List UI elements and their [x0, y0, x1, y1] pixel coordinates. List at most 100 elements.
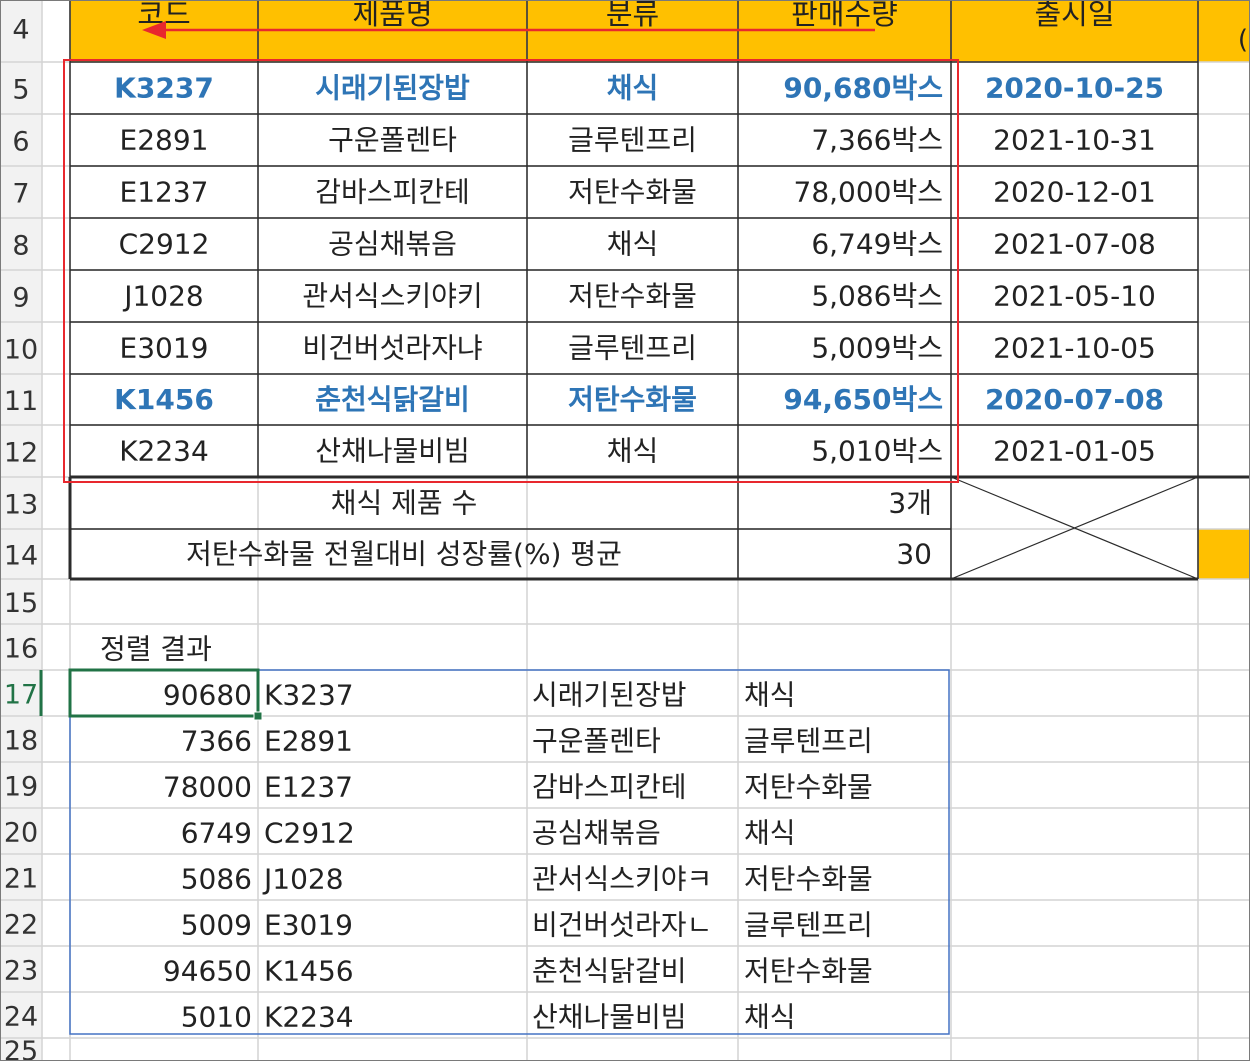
- row-number-20: 20: [4, 818, 38, 849]
- sorted-name-cell: 산채나물비빔: [532, 1001, 687, 1034]
- product-name-cell: 산채나물비빔: [315, 435, 470, 468]
- sorted-name-cell: 구운폴렌타: [532, 725, 661, 758]
- row-number-12: 12: [4, 438, 38, 469]
- sheet-background: [0, 0, 1250, 1061]
- column-header-label: 분류: [606, 0, 659, 31]
- fill-handle[interactable]: [253, 711, 263, 721]
- row-number-11: 11: [4, 386, 38, 417]
- sorted-code-cell: J1028: [262, 863, 344, 896]
- product-category-cell: 채식: [607, 72, 659, 105]
- summary-label-cell: 채식 제품 수: [331, 487, 478, 520]
- sorted-code-cell: E1237: [264, 771, 353, 804]
- sorted-qty-cell: 6749: [181, 817, 252, 850]
- sorted-code-cell: C2912: [264, 817, 355, 850]
- summary-value-cell: 30: [896, 538, 932, 571]
- product-category-cell: 저탄수화물: [568, 280, 697, 313]
- product-category-cell: 글루텐프리: [568, 332, 697, 365]
- product-code-cell: E3019: [120, 332, 209, 365]
- row-number-24: 24: [4, 1002, 38, 1033]
- product-quantity-cell: 5,010박스: [811, 435, 943, 468]
- sort-result-title: 정렬 결과: [100, 633, 212, 666]
- orange-cell-row14: [1198, 529, 1250, 579]
- product-category-cell: 채식: [607, 228, 659, 261]
- sorted-qty-cell: 90680: [163, 679, 252, 712]
- product-date-cell: 2021-01-05: [993, 435, 1156, 468]
- row-number-25: 25: [4, 1036, 38, 1061]
- sorted-code-cell: K1456: [264, 955, 354, 988]
- product-name-cell: 감바스피칸테: [315, 176, 470, 209]
- product-code-cell: E2891: [120, 124, 209, 157]
- product-name-cell: 비건버섯라자냐: [302, 332, 482, 365]
- sorted-qty-cell: 5009: [181, 909, 252, 942]
- sorted-name-cell: 공심채볶음: [532, 817, 661, 850]
- sorted-category-cell: 저탄수화물: [744, 955, 873, 988]
- product-code-cell: C2912: [119, 228, 210, 261]
- product-name-cell: 춘천식닭갈비: [315, 383, 470, 416]
- column-header-label: 판매수량: [791, 0, 898, 31]
- product-code-cell: E1237: [120, 176, 209, 209]
- product-date-cell: 2021-07-08: [993, 228, 1156, 261]
- product-date-cell: 2020-10-25: [985, 72, 1164, 105]
- sorted-category-cell: 저탄수화물: [744, 771, 873, 804]
- product-date-cell: 2021-05-10: [993, 280, 1156, 313]
- product-quantity-cell: 5,009박스: [811, 332, 943, 365]
- row-number-15: 15: [4, 588, 38, 619]
- sorted-category-cell: 글루텐프리: [744, 909, 873, 942]
- sorted-qty-cell: 5010: [181, 1001, 252, 1034]
- partial-header-label: (: [1238, 25, 1248, 55]
- row-number-9: 9: [12, 283, 29, 314]
- product-name-cell: 관서식스키야키: [302, 280, 482, 313]
- sorted-category-cell: 채식: [744, 679, 796, 712]
- row-number-13: 13: [4, 490, 38, 521]
- product-name-cell: 공심채볶음: [328, 228, 457, 261]
- row-number-21: 21: [4, 864, 38, 895]
- summary-label-cell: 저탄수화물 전월대비 성장률(%) 평균: [186, 538, 622, 571]
- product-quantity-cell: 5,086박스: [811, 280, 943, 313]
- row-number-7: 7: [12, 179, 29, 210]
- product-code-cell: K1456: [114, 383, 214, 416]
- row-number-23: 23: [4, 956, 38, 987]
- sorted-category-cell: 저탄수화물: [744, 863, 873, 896]
- sorted-code-cell: E2891: [264, 725, 353, 758]
- sorted-code-cell: K3237: [264, 679, 354, 712]
- row-number-6: 6: [12, 127, 29, 158]
- product-quantity-cell: 90,680박스: [783, 72, 943, 105]
- sorted-category-cell: 채식: [744, 1001, 796, 1034]
- column-header-label: 제품명: [352, 0, 432, 31]
- row-number-14: 14: [4, 541, 38, 572]
- sorted-name-cell: 비건버섯라자ㄴ: [532, 909, 712, 942]
- row-number-5: 5: [12, 75, 29, 106]
- product-quantity-cell: 6,749박스: [811, 228, 943, 261]
- product-date-cell: 2021-10-05: [993, 332, 1156, 365]
- product-code-cell: K3237: [114, 72, 214, 105]
- row-number-4: 4: [12, 15, 29, 46]
- product-category-cell: 저탄수화물: [568, 176, 697, 209]
- sorted-name-cell: 춘천식닭갈비: [532, 955, 687, 988]
- product-quantity-cell: 7,366박스: [811, 124, 943, 157]
- summary-value-cell: 3개: [888, 487, 932, 520]
- product-name-cell: 구운폴렌타: [328, 124, 457, 157]
- row-number-19: 19: [4, 772, 38, 803]
- row-number-10: 10: [4, 335, 38, 366]
- row-number-8: 8: [12, 231, 29, 262]
- product-date-cell: 2020-07-08: [985, 383, 1164, 416]
- product-name-cell: 시래기된장밥: [315, 72, 470, 105]
- product-date-cell: 2021-10-31: [993, 124, 1156, 157]
- sorted-code-cell: K2234: [264, 1001, 354, 1034]
- sorted-qty-cell: 94650: [163, 955, 252, 988]
- row-number-18: 18: [4, 726, 38, 757]
- sorted-category-cell: 글루텐프리: [744, 725, 873, 758]
- sorted-name-cell: 관서식스키야ㅋ: [532, 863, 712, 896]
- product-quantity-cell: 78,000박스: [794, 176, 944, 209]
- product-code-cell: K2234: [119, 435, 209, 468]
- product-category-cell: 글루텐프리: [568, 124, 697, 157]
- sorted-name-cell: 시래기된장밥: [532, 679, 687, 712]
- sorted-qty-cell: 7366: [181, 725, 252, 758]
- row-number-16: 16: [4, 634, 38, 665]
- row-number-17: 17: [4, 680, 38, 711]
- product-date-cell: 2020-12-01: [993, 176, 1156, 209]
- sorted-code-cell: E3019: [264, 909, 353, 942]
- sorted-name-cell: 감바스피칸테: [532, 771, 687, 804]
- sorted-qty-cell: 5086: [181, 863, 252, 896]
- product-category-cell: 저탄수화물: [568, 383, 697, 416]
